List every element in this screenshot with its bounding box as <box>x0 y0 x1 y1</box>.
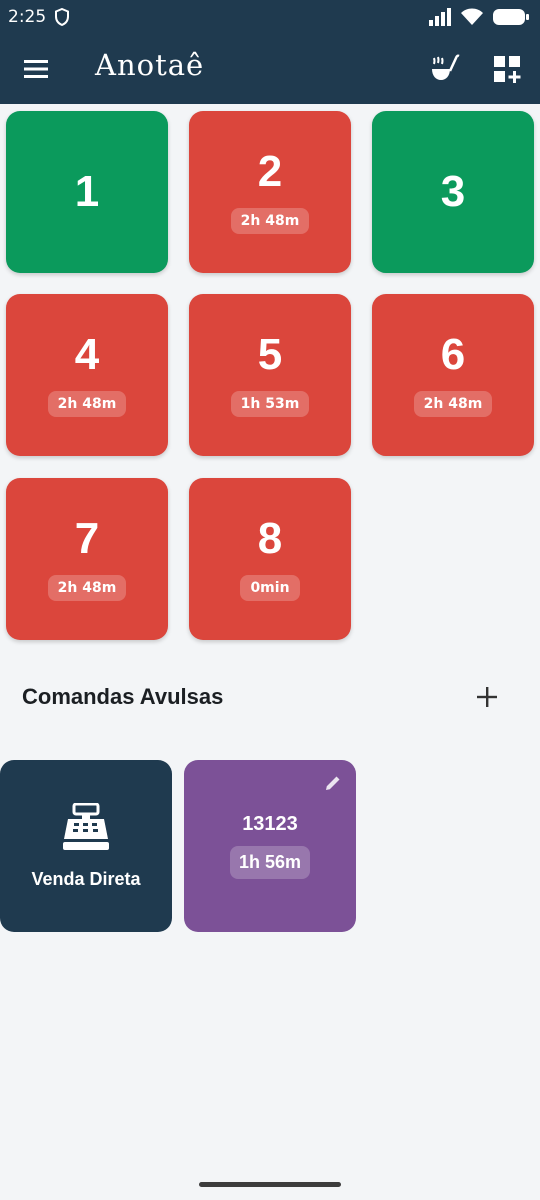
table-card[interactable]: 3 <box>372 111 534 273</box>
comanda-card[interactable]: 13123 1h 56m <box>184 760 356 932</box>
comanda-time-badge: 1h 56m <box>229 846 311 879</box>
table-card[interactable]: 5 1h 53m <box>189 294 351 456</box>
table-card[interactable]: 2 2h 48m <box>189 111 351 273</box>
status-bar: 2:25 <box>0 0 540 34</box>
table-number: 7 <box>74 514 100 563</box>
section-title: Comandas Avulsas <box>22 684 224 709</box>
table-card[interactable]: 6 2h 48m <box>372 294 534 456</box>
table-number: 3 <box>440 167 466 216</box>
table-number: 8 <box>257 514 283 563</box>
table-number: 4 <box>74 330 100 379</box>
table-number: 5 <box>257 330 283 379</box>
table-time-badge: 0min <box>240 575 300 601</box>
app-title: Anotaê <box>95 48 205 82</box>
home-indicator[interactable] <box>199 1182 341 1187</box>
table-time-badge: 2h 48m <box>47 391 127 417</box>
table-card[interactable]: 8 0min <box>189 478 351 640</box>
cash-register-icon <box>63 802 109 850</box>
table-card[interactable]: 1 <box>6 111 168 273</box>
table-time-badge: 2h 48m <box>230 208 310 234</box>
plus-icon[interactable] <box>474 684 500 710</box>
table-time-badge: 1h 53m <box>230 391 310 417</box>
wifi-icon <box>461 8 483 25</box>
menu-icon[interactable] <box>22 56 52 82</box>
shield-icon <box>55 8 70 26</box>
app-bar: Anotaê <box>0 34 540 104</box>
table-time-badge: 2h 48m <box>47 575 127 601</box>
pencil-icon[interactable] <box>324 774 342 792</box>
grid-add-icon[interactable] <box>492 54 522 84</box>
table-number: 6 <box>440 330 466 379</box>
ladle-icon[interactable] <box>428 52 462 86</box>
table-card[interactable]: 7 2h 48m <box>6 478 168 640</box>
direct-sale-label: Venda Direta <box>31 868 141 889</box>
table-time-badge: 2h 48m <box>413 391 493 417</box>
signal-icon <box>429 8 451 26</box>
table-number: 1 <box>74 167 100 216</box>
battery-icon <box>493 9 529 25</box>
table-number: 2 <box>257 147 283 196</box>
direct-sale-card[interactable]: Venda Direta <box>0 760 172 932</box>
status-time: 2:25 <box>8 7 47 27</box>
table-card[interactable]: 4 2h 48m <box>6 294 168 456</box>
comanda-id: 13123 <box>242 813 298 835</box>
